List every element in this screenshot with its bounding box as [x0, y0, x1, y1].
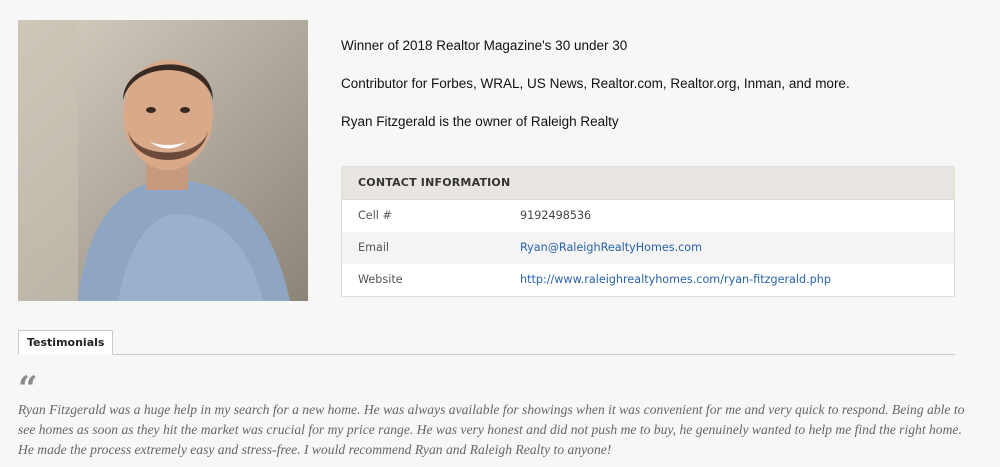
tab-testimonials[interactable]: Testimonials: [18, 330, 114, 355]
bio-owner: Ryan Fitzgerald is the owner of Raleigh …: [341, 114, 619, 129]
contact-label-cell: Cell #: [358, 209, 392, 222]
agent-photo: [18, 20, 308, 301]
website-link[interactable]: http://www.raleighrealtyhomes.com/ryan-f…: [520, 264, 831, 296]
testimonial-text: Ryan Fitzgerald was a huge help in my se…: [18, 402, 965, 457]
bio-contributor: Contributor for Forbes, WRAL, US News, R…: [341, 76, 850, 91]
bio-section: Winner of 2018 Realtor Magazine's 30 und…: [341, 37, 981, 151]
contact-row-cell: Cell # 9192498536: [342, 200, 954, 232]
tab-bar: Testimonials: [18, 330, 955, 355]
contact-row-website: Website http://www.raleighrealtyhomes.co…: [342, 264, 954, 296]
contact-row-email: Email Ryan@RaleighRealtyHomes.com: [342, 232, 954, 264]
bio-award: Winner of 2018 Realtor Magazine's 30 und…: [341, 38, 628, 53]
email-link[interactable]: Ryan@RaleighRealtyHomes.com: [520, 232, 702, 264]
contact-label-website: Website: [358, 273, 403, 286]
agent-photo-illustration: [18, 20, 308, 301]
contact-information-panel: CONTACT INFORMATION Cell # 9192498536 Em…: [341, 166, 955, 297]
contact-header: CONTACT INFORMATION: [342, 167, 954, 200]
contact-value-cell: 9192498536: [520, 209, 592, 222]
contact-label-email: Email: [358, 241, 390, 254]
